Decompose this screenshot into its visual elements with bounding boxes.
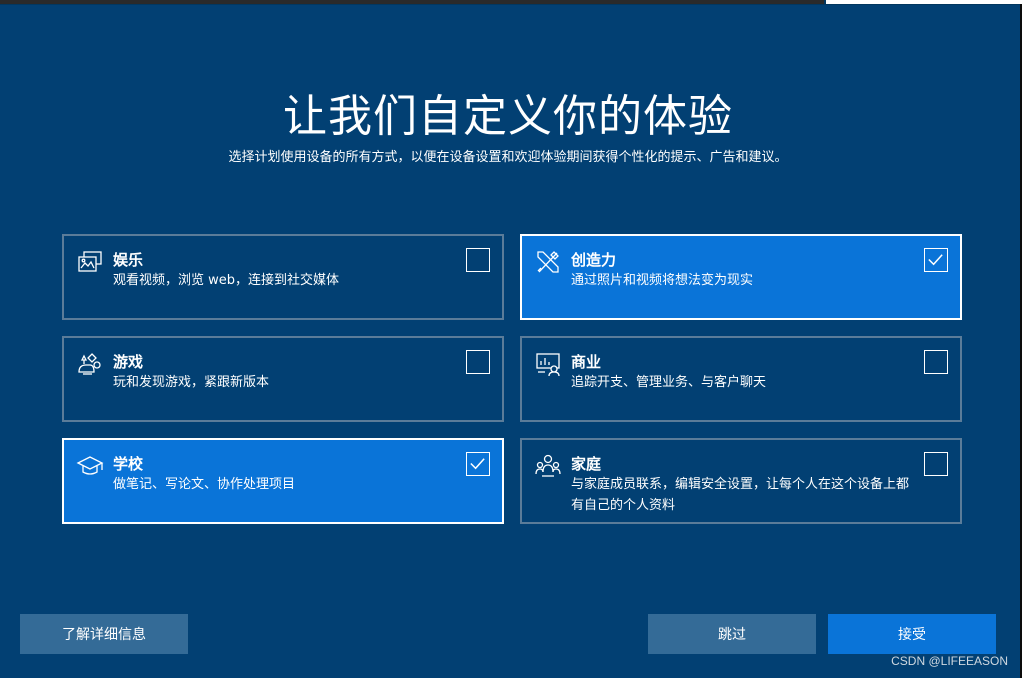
top-bar-light-segment bbox=[826, 0, 1022, 4]
page-title: 让我们自定义你的体验 bbox=[283, 91, 733, 142]
learn-more-button[interactable]: 了解详细信息 bbox=[20, 614, 188, 654]
school-checkbox[interactable] bbox=[466, 452, 490, 476]
card-description: 观看视频，浏览 web，连接到社交媒体 bbox=[113, 273, 340, 288]
card-entertainment[interactable]: 娱乐 观看视频，浏览 web，连接到社交媒体 bbox=[62, 234, 504, 320]
card-creativity[interactable]: 创造力 通过照片和视频将想法变为现实 bbox=[520, 234, 962, 320]
card-label: 游戏 bbox=[113, 353, 144, 371]
checkmark-icon bbox=[470, 458, 485, 470]
entertainment-checkbox[interactable] bbox=[466, 248, 490, 272]
card-business[interactable]: 商业 追踪开支、管理业务、与客户聊天 bbox=[520, 336, 962, 422]
card-school[interactable]: 学校 做笔记、写论文、协作处理项目 bbox=[62, 438, 504, 524]
card-label: 学校 bbox=[113, 455, 144, 473]
card-gaming[interactable]: 游戏 玩和发现游戏，紧跟新版本 bbox=[62, 336, 504, 422]
gaming-icon bbox=[76, 350, 104, 378]
card-description: 做笔记、写论文、协作处理项目 bbox=[113, 477, 296, 492]
card-description: 玩和发现游戏，紧跟新版本 bbox=[113, 375, 270, 390]
card-label: 商业 bbox=[571, 353, 602, 371]
card-description: 追踪开支、管理业务、与客户聊天 bbox=[571, 375, 767, 390]
accept-button[interactable]: 接受 bbox=[828, 614, 996, 654]
gaming-checkbox[interactable] bbox=[466, 350, 490, 374]
watermark-text: CSDN @LIFEEASON bbox=[891, 654, 1008, 668]
card-label: 创造力 bbox=[571, 251, 617, 269]
card-description: 与家庭成员联系，编辑安全设置，让每个人在这个设备上都有自己的个人资料 bbox=[571, 477, 910, 513]
card-family[interactable]: 家庭 与家庭成员联系，编辑安全设置，让每个人在这个设备上都有自己的个人资料 bbox=[520, 438, 962, 524]
window-top-bar bbox=[0, 0, 1022, 5]
card-label: 娱乐 bbox=[113, 251, 144, 269]
top-bar-dark-segment bbox=[0, 0, 824, 4]
family-checkbox[interactable] bbox=[924, 452, 948, 476]
checkmark-icon bbox=[928, 254, 943, 266]
entertainment-icon bbox=[76, 248, 104, 276]
creativity-checkbox[interactable] bbox=[924, 248, 948, 272]
skip-button[interactable]: 跳过 bbox=[648, 614, 816, 654]
page-subtitle: 选择计划使用设备的所有方式，以便在设备设置和欢迎体验期间获得个性化的提示、广告和… bbox=[228, 150, 788, 165]
family-icon bbox=[534, 452, 562, 480]
business-icon bbox=[534, 350, 562, 378]
school-icon bbox=[76, 452, 104, 480]
creativity-icon bbox=[534, 248, 562, 276]
card-label: 家庭 bbox=[571, 455, 602, 473]
card-description: 通过照片和视频将想法变为现实 bbox=[571, 273, 754, 288]
business-checkbox[interactable] bbox=[924, 350, 948, 374]
